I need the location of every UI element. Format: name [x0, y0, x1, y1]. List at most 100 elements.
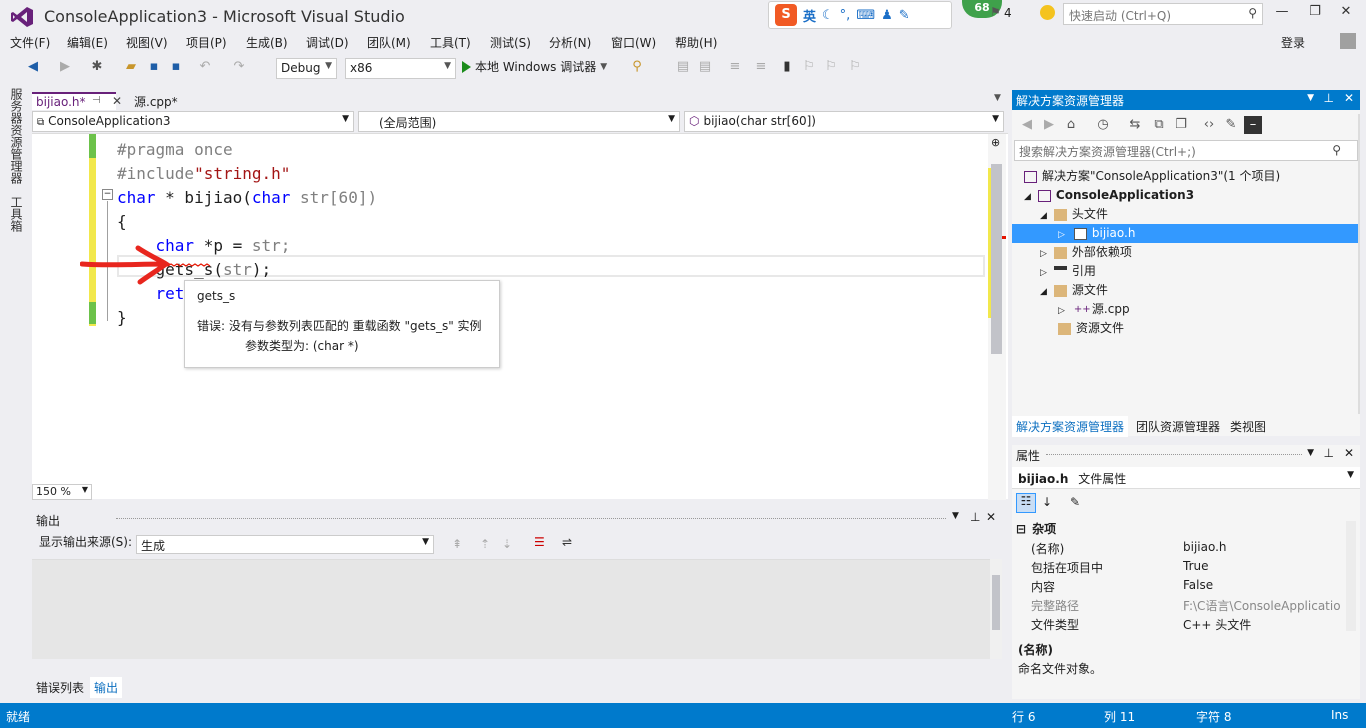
tab-output[interactable]: 输出	[90, 677, 123, 698]
property-value[interactable]: F:\C语言\ConsoleApplicatio	[1183, 597, 1343, 614]
split-icon[interactable]: ⊕	[991, 136, 1000, 149]
home-icon[interactable]: ⌂	[1062, 116, 1080, 134]
output-source-select[interactable]: 生成 ▼	[136, 535, 434, 554]
close-panel-icon[interactable]: ✕	[986, 510, 996, 524]
tab-team-explorer[interactable]: 团队资源管理器	[1132, 416, 1224, 437]
property-category[interactable]: ⊟ 杂项	[1016, 520, 1056, 537]
property-pages-wrench-icon[interactable]: ✎	[1070, 495, 1080, 509]
tree-scrollbar[interactable]	[1358, 114, 1360, 414]
close-panel-icon[interactable]: ✕	[1344, 91, 1354, 105]
ime-toolbar[interactable]: S 英 ☾ °, ⌨ ♟ ✎	[768, 1, 952, 29]
member-dropdown[interactable]: ⬡ bijiao(char str[60]) ▼	[684, 111, 1004, 132]
close-button[interactable]: ✕	[1334, 4, 1358, 24]
chevron-down-icon[interactable]: ▼	[1307, 448, 1314, 458]
user-icon[interactable]: ♟	[881, 8, 893, 23]
menu-team[interactable]: 团队(M)	[367, 34, 411, 51]
preview-icon[interactable]: –	[1244, 116, 1262, 134]
menu-file[interactable]: 文件(F)	[10, 34, 50, 51]
menu-help[interactable]: 帮助(H)	[675, 34, 717, 51]
open-file-icon[interactable]: ▰	[122, 58, 140, 76]
menu-test[interactable]: 测试(S)	[490, 34, 531, 51]
output-text-area[interactable]	[32, 559, 990, 659]
start-debugging-button[interactable]: 本地 Windows 调试器 ▼	[462, 58, 607, 75]
forward-icon[interactable]: ▶	[1040, 116, 1058, 134]
solution-config-select[interactable]: Debug ▼	[276, 58, 337, 79]
pin-icon[interactable]: ⊥	[1324, 91, 1334, 105]
minimize-button[interactable]: —	[1270, 4, 1294, 24]
property-value[interactable]: bijiao.h	[1183, 540, 1343, 554]
step-over-icon[interactable]: ▤	[696, 58, 714, 76]
tree-file-source-cpp[interactable]: ▷ ++源.cpp	[1058, 300, 1130, 319]
property-object-select[interactable]: bijiao.h 文件属性 ▼	[1012, 467, 1360, 489]
chevron-down-icon[interactable]: ▼	[1307, 93, 1314, 103]
pin-icon[interactable]: ⊥	[1324, 446, 1334, 460]
property-row[interactable]: 文件类型 C++ 头文件	[1012, 614, 1342, 633]
scope-dropdown[interactable]: (全局范围) ▼	[358, 111, 680, 132]
search-icon[interactable]: ⚲	[1248, 6, 1257, 20]
editor-vertical-scrollbar[interactable]: ⊕	[988, 134, 1006, 500]
find-in-files-icon[interactable]: ⚲	[628, 58, 646, 76]
tree-solution[interactable]: 解决方案"ConsoleApplication3"(1 个项目)	[1024, 167, 1280, 186]
tab-bijiao-h[interactable]: bijiao.h* ⊣ ✕	[32, 92, 122, 110]
collapse-all-icon[interactable]: ⧉	[1150, 116, 1168, 134]
tree-references[interactable]: ▷ 引用	[1040, 262, 1096, 281]
ime-language[interactable]: 英	[803, 6, 816, 25]
categorized-icon[interactable]: ☷	[1016, 493, 1036, 513]
code-view-icon[interactable]: ‹›	[1200, 116, 1218, 134]
save-all-icon[interactable]: ▪	[167, 58, 185, 76]
menu-view[interactable]: 视图(V)	[126, 34, 168, 51]
comment-icon[interactable]: ≡	[726, 58, 744, 76]
back-icon[interactable]: ◀	[1018, 116, 1036, 134]
outline-collapse-icon[interactable]: −	[102, 189, 113, 200]
copy-icon[interactable]: ❐	[1172, 116, 1190, 134]
tab-error-list[interactable]: 错误列表	[32, 677, 88, 698]
new-project-icon[interactable]: ✱	[88, 58, 106, 76]
property-value[interactable]: False	[1183, 578, 1343, 592]
property-row[interactable]: (名称) bijiao.h	[1012, 538, 1342, 557]
toolbox-tab[interactable]: 工具箱	[8, 196, 25, 232]
scrollbar-thumb[interactable]	[991, 164, 1002, 354]
next-message-icon[interactable]: ⇣	[502, 537, 512, 551]
property-value[interactable]: C++ 头文件	[1183, 616, 1343, 633]
account-icon[interactable]	[1340, 33, 1356, 49]
bookmark-icon[interactable]: ▮	[778, 58, 796, 76]
server-explorer-tab[interactable]: 服务器资源管理器	[8, 88, 25, 184]
keyboard-icon[interactable]: ⌨	[856, 8, 875, 23]
tree-header-files[interactable]: ◢ 头文件	[1040, 205, 1108, 224]
tree-resource-files[interactable]: 资源文件	[1058, 319, 1124, 338]
close-panel-icon[interactable]: ✕	[1344, 446, 1354, 460]
tree-source-files[interactable]: ◢ 源文件	[1040, 281, 1108, 300]
property-row[interactable]: 内容 False	[1012, 576, 1342, 595]
tree-external-deps[interactable]: ▷ 外部依赖项	[1040, 243, 1132, 262]
tree-file-bijiao-h[interactable]: ▷ bijiao.h	[1058, 224, 1135, 243]
restore-button[interactable]: ❐	[1303, 4, 1327, 24]
prev-message-icon[interactable]: ⇡	[480, 537, 490, 551]
menu-analyze[interactable]: 分析(N)	[549, 34, 591, 51]
zoom-level-select[interactable]: 150 % ▼	[32, 484, 92, 500]
menu-debug[interactable]: 调试(D)	[306, 34, 349, 51]
feedback-smiley-icon[interactable]	[1040, 5, 1055, 20]
output-scrollbar[interactable]	[990, 559, 1002, 659]
property-value[interactable]: True	[1183, 559, 1343, 573]
back-icon[interactable]: ◀	[24, 58, 42, 76]
menu-project[interactable]: 项目(P)	[186, 34, 227, 51]
scrollbar-thumb[interactable]	[992, 575, 1000, 630]
code-editor[interactable]: − #pragma once #include"string.h" char *…	[32, 133, 1008, 500]
moon-icon[interactable]: ☾	[822, 8, 834, 23]
uncomment-icon[interactable]: ≡	[752, 58, 770, 76]
wrench-icon[interactable]: ✎	[899, 8, 910, 23]
redo-icon[interactable]: ↷	[230, 58, 248, 76]
step-icon[interactable]: ▤	[674, 58, 692, 76]
menu-build[interactable]: 生成(B)	[246, 34, 288, 51]
menu-window[interactable]: 窗口(W)	[611, 34, 656, 51]
tab-class-view[interactable]: 类视图	[1226, 416, 1270, 437]
alphabetical-icon[interactable]: ↓	[1042, 495, 1052, 509]
history-icon[interactable]: ◷	[1094, 116, 1112, 134]
project-dropdown[interactable]: ⧉ ConsoleApplication3 ▼	[32, 111, 354, 132]
save-icon[interactable]: ▪	[145, 58, 163, 76]
chevron-down-icon[interactable]: ▼	[952, 511, 959, 521]
close-tab-icon[interactable]: ✕	[112, 94, 122, 108]
punctuation-icon[interactable]: °,	[840, 8, 851, 23]
tab-list-chevron-icon[interactable]: ▼	[990, 92, 1005, 104]
prev-bookmark-icon[interactable]: ⚐	[800, 58, 818, 76]
